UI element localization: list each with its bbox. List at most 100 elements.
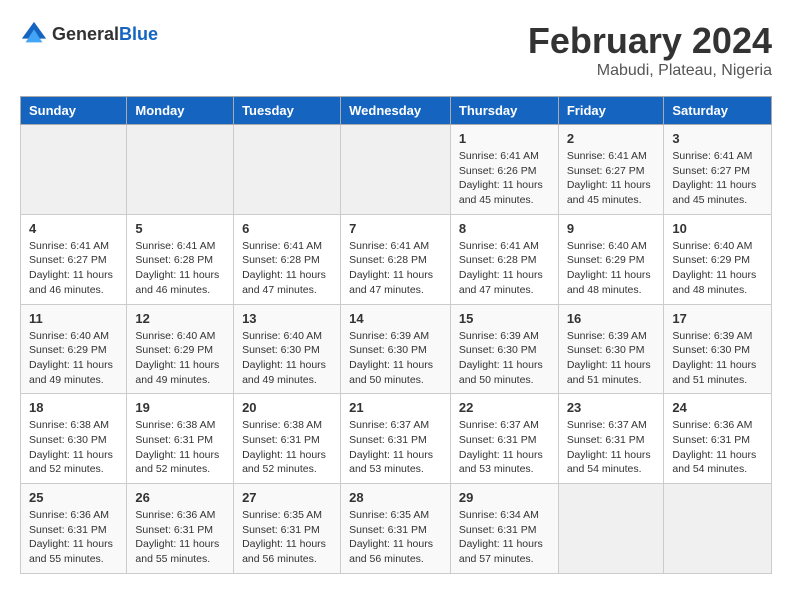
calendar-cell: 13 Sunrise: 6:40 AMSunset: 6:30 PMDayligh… — [234, 304, 341, 394]
day-number: 3 — [672, 131, 763, 146]
day-of-week-header: Monday — [127, 97, 234, 125]
day-number: 7 — [349, 221, 442, 236]
calendar-cell: 15 Sunrise: 6:39 AMSunset: 6:30 PMDayligh… — [450, 304, 558, 394]
day-number: 24 — [672, 400, 763, 415]
day-info: Sunrise: 6:41 AMSunset: 6:26 PMDaylight:… — [459, 149, 550, 208]
day-info: Sunrise: 6:40 AMSunset: 6:30 PMDaylight:… — [242, 329, 332, 388]
calendar-cell — [21, 125, 127, 215]
calendar-cell: 10 Sunrise: 6:40 AMSunset: 6:29 PMDayligh… — [664, 214, 772, 304]
day-info: Sunrise: 6:40 AMSunset: 6:29 PMDaylight:… — [672, 239, 763, 298]
day-number: 12 — [135, 311, 225, 326]
day-info: Sunrise: 6:37 AMSunset: 6:31 PMDaylight:… — [567, 418, 656, 477]
day-number: 8 — [459, 221, 550, 236]
day-info: Sunrise: 6:36 AMSunset: 6:31 PMDaylight:… — [672, 418, 763, 477]
day-info: Sunrise: 6:40 AMSunset: 6:29 PMDaylight:… — [135, 329, 225, 388]
day-number: 29 — [459, 490, 550, 505]
day-info: Sunrise: 6:37 AMSunset: 6:31 PMDaylight:… — [459, 418, 550, 477]
day-info: Sunrise: 6:41 AMSunset: 6:28 PMDaylight:… — [349, 239, 442, 298]
day-info: Sunrise: 6:38 AMSunset: 6:30 PMDaylight:… — [29, 418, 118, 477]
day-number: 22 — [459, 400, 550, 415]
day-info: Sunrise: 6:41 AMSunset: 6:28 PMDaylight:… — [459, 239, 550, 298]
day-number: 18 — [29, 400, 118, 415]
day-info: Sunrise: 6:39 AMSunset: 6:30 PMDaylight:… — [672, 329, 763, 388]
day-number: 26 — [135, 490, 225, 505]
calendar-cell: 26 Sunrise: 6:36 AMSunset: 6:31 PMDayligh… — [127, 484, 234, 574]
day-info: Sunrise: 6:39 AMSunset: 6:30 PMDaylight:… — [459, 329, 550, 388]
day-number: 6 — [242, 221, 332, 236]
day-info: Sunrise: 6:41 AMSunset: 6:27 PMDaylight:… — [672, 149, 763, 208]
calendar-cell: 14 Sunrise: 6:39 AMSunset: 6:30 PMDayligh… — [341, 304, 451, 394]
logo-text-general: General — [52, 24, 119, 45]
calendar-cell: 28Sunrise: 6:35 AMSunset: 6:31 PMDayligh… — [341, 484, 451, 574]
title-block: February 2024 Mabudi, Plateau, Nigeria — [528, 20, 772, 80]
calendar-cell: 20 Sunrise: 6:38 AMSunset: 6:31 PMDayligh… — [234, 394, 341, 484]
day-number: 16 — [567, 311, 656, 326]
day-info: Sunrise: 6:35 AMSunset: 6:31 PMDaylight:… — [242, 508, 332, 567]
day-number: 28 — [349, 490, 442, 505]
logo: General Blue — [20, 20, 158, 48]
day-info: Sunrise: 6:41 AMSunset: 6:27 PMDaylight:… — [567, 149, 656, 208]
calendar-cell: 5 Sunrise: 6:41 AMSunset: 6:28 PMDaylight… — [127, 214, 234, 304]
day-info: Sunrise: 6:41 AMSunset: 6:28 PMDaylight:… — [135, 239, 225, 298]
day-info: Sunrise: 6:40 AMSunset: 6:29 PMDaylight:… — [567, 239, 656, 298]
subtitle: Mabudi, Plateau, Nigeria — [528, 62, 772, 80]
day-number: 4 — [29, 221, 118, 236]
main-title: February 2024 — [528, 20, 772, 62]
day-of-week-header: Sunday — [21, 97, 127, 125]
calendar-cell: 24 Sunrise: 6:36 AMSunset: 6:31 PMDayligh… — [664, 394, 772, 484]
day-of-week-header: Saturday — [664, 97, 772, 125]
day-info: Sunrise: 6:34 AMSunset: 6:31 PMDaylight:… — [459, 508, 550, 567]
day-number: 15 — [459, 311, 550, 326]
day-info: Sunrise: 6:39 AMSunset: 6:30 PMDaylight:… — [567, 329, 656, 388]
logo-icon — [20, 20, 48, 48]
day-number: 10 — [672, 221, 763, 236]
page-header: General Blue February 2024 Mabudi, Plate… — [20, 20, 772, 80]
day-number: 25 — [29, 490, 118, 505]
day-number: 1 — [459, 131, 550, 146]
day-number: 2 — [567, 131, 656, 146]
day-number: 14 — [349, 311, 442, 326]
day-info: Sunrise: 6:41 AMSunset: 6:28 PMDaylight:… — [242, 239, 332, 298]
calendar-cell: 11 Sunrise: 6:40 AMSunset: 6:29 PMDayligh… — [21, 304, 127, 394]
calendar-cell: 17 Sunrise: 6:39 AMSunset: 6:30 PMDayligh… — [664, 304, 772, 394]
day-info: Sunrise: 6:38 AMSunset: 6:31 PMDaylight:… — [242, 418, 332, 477]
calendar-cell: 3 Sunrise: 6:41 AMSunset: 6:27 PMDaylight… — [664, 125, 772, 215]
calendar-cell — [558, 484, 664, 574]
day-number: 17 — [672, 311, 763, 326]
day-info: Sunrise: 6:36 AMSunset: 6:31 PMDaylight:… — [29, 508, 118, 567]
calendar-cell: 12 Sunrise: 6:40 AMSunset: 6:29 PMDayligh… — [127, 304, 234, 394]
calendar-cell: 22 Sunrise: 6:37 AMSunset: 6:31 PMDayligh… — [450, 394, 558, 484]
day-info: Sunrise: 6:38 AMSunset: 6:31 PMDaylight:… — [135, 418, 225, 477]
day-number: 20 — [242, 400, 332, 415]
calendar-cell: 7 Sunrise: 6:41 AMSunset: 6:28 PMDaylight… — [341, 214, 451, 304]
day-of-week-header: Wednesday — [341, 97, 451, 125]
day-number: 21 — [349, 400, 442, 415]
day-info: Sunrise: 6:36 AMSunset: 6:31 PMDaylight:… — [135, 508, 225, 567]
calendar-cell: 8 Sunrise: 6:41 AMSunset: 6:28 PMDaylight… — [450, 214, 558, 304]
calendar-cell — [341, 125, 451, 215]
calendar-table: SundayMondayTuesdayWednesdayThursdayFrid… — [20, 96, 772, 574]
calendar-cell: 18 Sunrise: 6:38 AMSunset: 6:30 PMDayligh… — [21, 394, 127, 484]
day-number: 19 — [135, 400, 225, 415]
day-number: 13 — [242, 311, 332, 326]
day-info: Sunrise: 6:37 AMSunset: 6:31 PMDaylight:… — [349, 418, 442, 477]
day-of-week-header: Thursday — [450, 97, 558, 125]
calendar-cell: 16 Sunrise: 6:39 AMSunset: 6:30 PMDayligh… — [558, 304, 664, 394]
day-number: 11 — [29, 311, 118, 326]
calendar-cell: 29 Sunrise: 6:34 AMSunset: 6:31 PMDayligh… — [450, 484, 558, 574]
calendar-cell: 23Sunrise: 6:37 AMSunset: 6:31 PMDayligh… — [558, 394, 664, 484]
calendar-cell: 6 Sunrise: 6:41 AMSunset: 6:28 PMDaylight… — [234, 214, 341, 304]
logo-text-blue: Blue — [119, 24, 158, 45]
calendar-cell: 2 Sunrise: 6:41 AMSunset: 6:27 PMDaylight… — [558, 125, 664, 215]
calendar-cell: 4 Sunrise: 6:41 AMSunset: 6:27 PMDaylight… — [21, 214, 127, 304]
day-info: Sunrise: 6:40 AMSunset: 6:29 PMDaylight:… — [29, 329, 118, 388]
calendar-cell — [234, 125, 341, 215]
calendar-cell: 19 Sunrise: 6:38 AMSunset: 6:31 PMDayligh… — [127, 394, 234, 484]
day-info: Sunrise: 6:41 AMSunset: 6:27 PMDaylight:… — [29, 239, 118, 298]
day-of-week-header: Tuesday — [234, 97, 341, 125]
calendar-cell: 27Sunrise: 6:35 AMSunset: 6:31 PMDayligh… — [234, 484, 341, 574]
day-info: Sunrise: 6:39 AMSunset: 6:30 PMDaylight:… — [349, 329, 442, 388]
day-of-week-header: Friday — [558, 97, 664, 125]
day-number: 5 — [135, 221, 225, 236]
calendar-cell: 25 Sunrise: 6:36 AMSunset: 6:31 PMDayligh… — [21, 484, 127, 574]
